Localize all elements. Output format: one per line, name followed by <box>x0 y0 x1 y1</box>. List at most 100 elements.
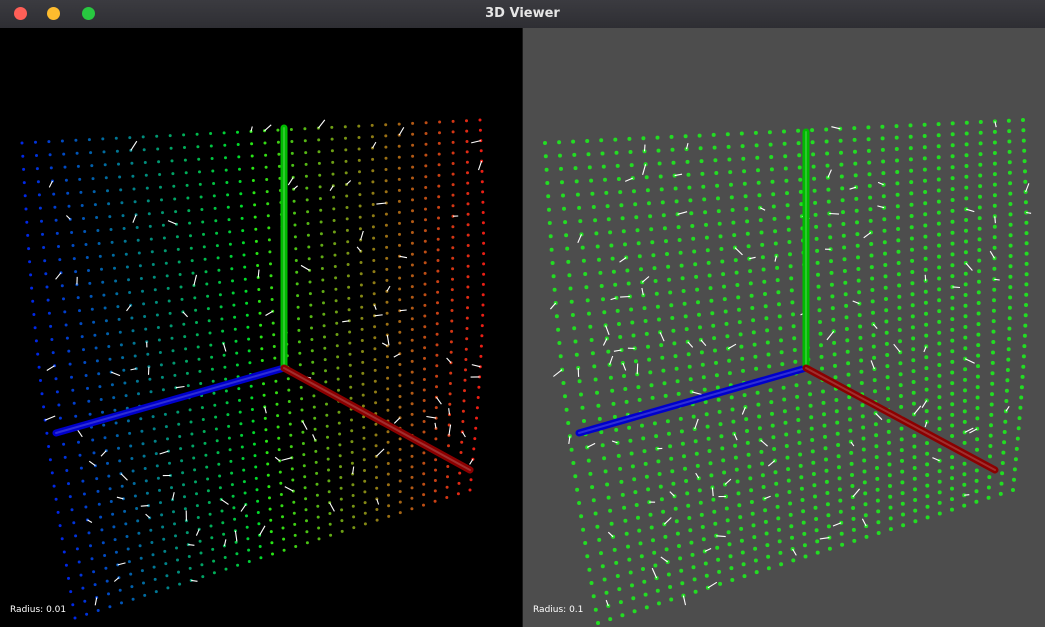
cloud-point <box>435 311 439 315</box>
cloud-point <box>266 473 270 477</box>
cloud-point <box>673 186 678 191</box>
cloud-point <box>337 421 341 425</box>
cloud-point <box>1008 191 1013 196</box>
cloud-point <box>466 212 470 216</box>
cloud-point <box>895 181 900 186</box>
cloud-point <box>153 288 157 292</box>
cloud-point <box>807 380 812 385</box>
cloud-point <box>977 258 982 263</box>
cloud-point <box>766 554 771 559</box>
cloud-point <box>199 195 203 199</box>
cloud-point <box>739 538 744 543</box>
normal-vector <box>607 531 614 538</box>
point-cloud-view-right[interactable] <box>523 28 1045 627</box>
cloud-point <box>25 220 29 224</box>
cloud-point <box>1003 419 1008 424</box>
cloud-point <box>270 286 274 290</box>
cloud-point <box>844 327 849 331</box>
cloud-point <box>227 218 231 222</box>
cloud-point <box>423 367 426 371</box>
cloud-point <box>422 503 425 507</box>
cloud-point <box>189 246 193 250</box>
cloud-point <box>998 491 1003 496</box>
cloud-point <box>789 276 794 281</box>
cloud-point <box>658 330 663 335</box>
cloud-point <box>911 358 916 363</box>
cloud-point <box>568 286 573 291</box>
cloud-point <box>410 295 414 299</box>
cloud-point <box>748 281 753 286</box>
cloud-point <box>56 510 60 514</box>
cloud-point <box>96 489 100 493</box>
cloud-point <box>422 378 426 381</box>
cloud-point <box>74 270 78 274</box>
cloud-point <box>226 205 230 209</box>
cloud-point <box>702 197 707 202</box>
cloud-point <box>657 472 662 476</box>
cloud-point <box>156 326 160 329</box>
cloud-point <box>306 233 310 237</box>
cloud-point <box>1021 118 1025 122</box>
cloud-point <box>1005 378 1010 383</box>
normal-vector <box>952 286 961 289</box>
cloud-point <box>200 563 204 567</box>
cloud-point <box>340 529 344 533</box>
cloud-point <box>601 164 606 169</box>
cloud-point <box>813 212 818 217</box>
cloud-point <box>451 204 455 208</box>
cloud-point <box>397 188 401 192</box>
cloud-point <box>823 434 827 439</box>
viewport-left[interactable]: Radius: 0.01 <box>0 28 522 627</box>
cloud-point <box>481 303 485 307</box>
cloud-point <box>121 214 125 218</box>
cloud-point <box>53 205 57 209</box>
normal-vector <box>767 460 776 467</box>
cloud-point <box>273 356 277 360</box>
cloud-point <box>886 419 891 423</box>
cloud-point <box>924 376 929 381</box>
cloud-point <box>374 401 378 405</box>
cloud-point <box>1006 118 1011 123</box>
cloud-point <box>159 185 162 189</box>
cloud-point <box>34 339 38 343</box>
cloud-point <box>478 118 482 122</box>
cloud-point <box>964 196 969 201</box>
cloud-point <box>332 195 336 199</box>
normal-vector <box>182 311 189 318</box>
cloud-point <box>702 549 707 554</box>
cloud-point <box>677 544 681 548</box>
cloud-point <box>922 134 927 138</box>
cloud-point <box>424 132 428 135</box>
cloud-point <box>362 458 366 462</box>
cloud-point <box>842 269 847 273</box>
cloud-point <box>268 496 271 500</box>
cloud-point <box>411 209 414 213</box>
cloud-point <box>847 406 852 411</box>
cloud-point <box>311 360 315 364</box>
cloud-point <box>545 181 550 185</box>
cloud-point <box>649 383 654 388</box>
cloud-point <box>1007 170 1012 175</box>
viewport-right[interactable]: Radius: 0.1 <box>523 28 1045 627</box>
cloud-point <box>764 316 769 321</box>
cloud-point <box>101 137 105 141</box>
cloud-point <box>937 469 942 474</box>
point-cloud-view-left[interactable] <box>0 28 522 627</box>
cloud-point <box>640 423 644 428</box>
cloud-point <box>320 267 324 270</box>
cloud-point <box>161 388 165 392</box>
cloud-point <box>656 459 661 464</box>
cloud-point <box>55 231 59 235</box>
cloud-point <box>783 154 788 159</box>
cloud-point <box>649 227 654 232</box>
cloud-point <box>581 258 586 263</box>
cloud-point <box>304 162 308 166</box>
cloud-point <box>659 187 664 192</box>
cloud-point <box>896 249 901 254</box>
cloud-point <box>770 423 775 428</box>
cloud-point <box>124 394 128 398</box>
cloud-point <box>851 506 856 510</box>
cloud-point <box>386 440 390 444</box>
cloud-point <box>740 356 745 361</box>
cloud-point <box>145 491 149 495</box>
